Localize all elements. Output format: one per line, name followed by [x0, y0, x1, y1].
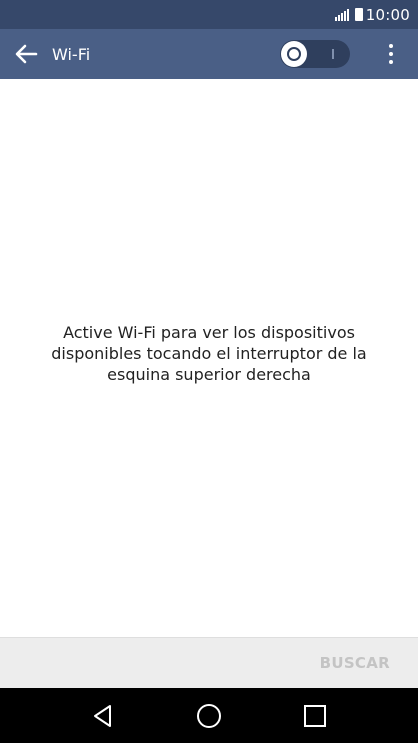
triangle-back-icon	[94, 704, 111, 727]
nav-recents-button[interactable]	[295, 696, 335, 736]
empty-state-message: Active Wi-Fi para ver los dispositivos d…	[51, 322, 367, 384]
battery-icon	[354, 8, 363, 21]
main-content: Active Wi-Fi para ver los dispositivos d…	[0, 79, 418, 637]
signal-icon	[334, 8, 349, 21]
wifi-toggle[interactable]	[280, 40, 350, 68]
app-bar: Wi-Fi	[0, 29, 418, 79]
toggle-on-icon	[332, 49, 334, 59]
more-vert-icon	[389, 44, 393, 48]
more-options-button[interactable]	[378, 29, 404, 79]
toggle-knob	[281, 41, 307, 67]
toggle-off-icon	[287, 47, 301, 61]
arrow-left-icon	[15, 44, 38, 64]
nav-back-button[interactable]	[83, 696, 123, 736]
page-title: Wi-Fi	[52, 44, 91, 64]
bottom-action-bar: BUSCAR	[0, 637, 418, 688]
search-button[interactable]: BUSCAR	[320, 654, 390, 672]
navigation-bar	[0, 688, 418, 743]
circle-home-icon	[197, 703, 221, 728]
status-time: 10:00	[365, 5, 410, 24]
back-button[interactable]	[0, 29, 52, 79]
status-bar: 10:00	[0, 0, 418, 29]
square-recents-icon	[304, 704, 326, 727]
nav-home-button[interactable]	[189, 696, 229, 736]
